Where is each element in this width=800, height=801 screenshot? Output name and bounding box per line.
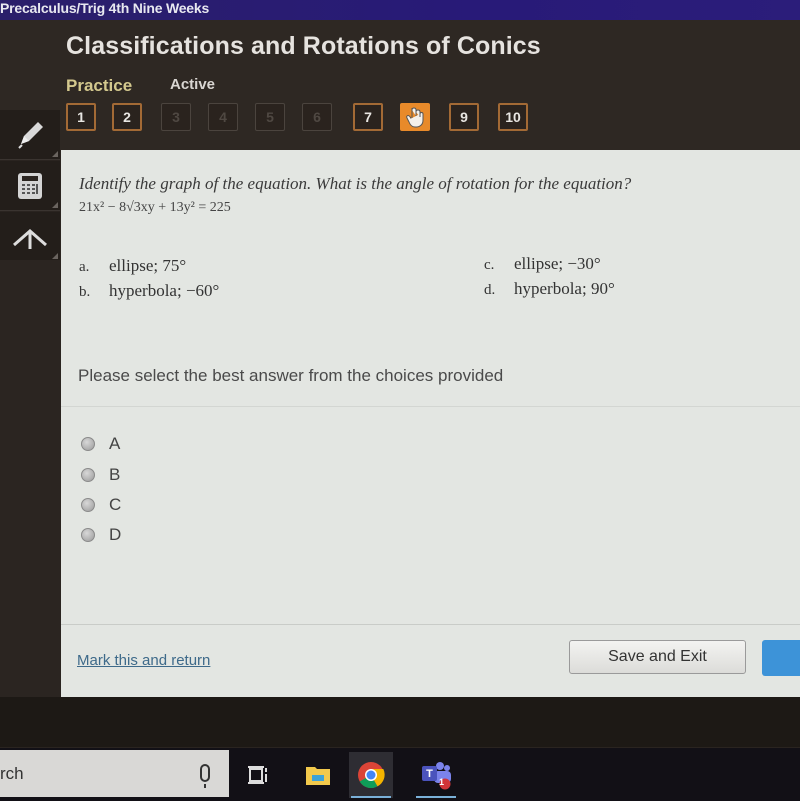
hand-cursor-icon [406,107,424,128]
calculator-icon [18,172,42,199]
choice-letter: a. [79,259,90,275]
question-button-9[interactable]: 9 [449,103,479,131]
page-title: Classifications and Rotations of Conics [66,32,541,60]
radio-button[interactable] [81,437,95,451]
radio-button[interactable] [81,498,95,512]
radio-button[interactable] [81,528,95,542]
pencil-icon [18,121,43,149]
answer-option-a[interactable]: A [81,432,201,456]
question-text: Identify the graph of the equation. What… [79,174,632,193]
question-number: 7 [364,109,372,125]
screen-bezel [0,697,800,747]
question-panel: Identify the graph of the equation. What… [61,150,800,697]
mark-and-return-link[interactable]: Mark this and return [77,652,210,669]
question-button-7[interactable]: 7 [353,103,383,131]
arrow-up-icon [13,228,47,249]
radio-button[interactable] [81,468,95,482]
choice-text: hyperbola; 90° [514,279,615,298]
chrome-button[interactable] [349,752,393,798]
mode-label: Practice [66,76,133,95]
choice-c: c. ellipse; −30° [484,254,601,274]
status-label: Active [170,76,216,93]
question-button-5: 5 [255,103,285,131]
svg-text:T: T [426,768,433,780]
divider [61,406,800,407]
taskbar-search-box[interactable]: rch [0,750,229,797]
question-number: 9 [460,109,468,125]
choice-text: hyperbola; −60° [109,281,220,300]
question-button-1[interactable]: 1 [66,103,96,131]
search-placeholder: rch [0,764,24,783]
task-view-button[interactable] [236,752,280,798]
question-number: 10 [505,109,521,125]
active-indicator [416,796,456,798]
choice-a: a. ellipse; 75° [79,256,186,276]
course-bar: Precalculus/Trig 4th Nine Weeks [0,0,800,20]
expand-corner-icon [52,253,58,259]
choice-d: d. hyperbola; 90° [484,279,615,299]
answer-label: D [109,525,122,544]
arrow-tool-button[interactable] [0,212,60,262]
footer-divider [61,624,800,625]
expand-corner-icon [52,202,58,208]
choice-letter: d. [484,282,496,298]
course-breadcrumb[interactable]: Precalculus/Trig 4th Nine Weeks [0,0,209,16]
calculator-tool-button[interactable] [0,161,60,211]
instruction-text: Please select the best answer from the c… [78,366,504,385]
question-block: Identify the graph of the equation. What… [79,174,779,216]
choice-letter: b. [79,284,91,300]
question-number: 4 [219,109,227,125]
choice-b: b. hyperbola; −60° [79,281,219,301]
question-number: 2 [123,109,131,125]
question-button-3: 3 [161,103,191,131]
expand-corner-icon [52,151,58,157]
question-number: 6 [313,109,321,125]
screen: Precalculus/Trig 4th Nine Weeks Classifi… [0,0,800,801]
choice-letter: c. [484,257,495,273]
pencil-tool-button[interactable] [0,110,60,160]
question-button-4: 4 [208,103,238,131]
question-number: 5 [266,109,274,125]
question-button-2[interactable]: 2 [112,103,142,131]
question-button-6: 6 [302,103,332,131]
task-view-icon [248,766,267,784]
chrome-icon [358,762,385,789]
answer-label: C [109,495,122,514]
teams-icon: T [422,762,451,790]
save-and-exit-button[interactable]: Save and Exit [569,640,746,674]
left-pane [0,260,60,697]
answer-option-d[interactable]: D [81,523,201,547]
question-button-10[interactable]: 10 [498,103,528,131]
question-equation: 21x² − 8√3xy + 13y² = 225 [79,200,231,215]
answer-option-b[interactable]: B [81,463,201,487]
answer-option-c[interactable]: C [81,493,201,517]
file-explorer-button[interactable] [296,752,340,798]
teams-notification-badge: 1 [439,777,445,787]
teams-button[interactable]: T 1 [414,752,458,798]
file-explorer-icon [306,767,330,785]
submit-button[interactable] [762,640,800,676]
active-indicator [351,796,391,798]
answer-label: A [109,434,121,453]
question-button-8[interactable] [400,103,430,131]
question-number: 1 [77,109,85,125]
choice-text: ellipse; −30° [514,254,601,273]
question-number: 3 [172,109,180,125]
choice-text: ellipse; 75° [109,256,187,275]
microphone-icon[interactable] [200,764,210,788]
answer-label: B [109,465,121,484]
